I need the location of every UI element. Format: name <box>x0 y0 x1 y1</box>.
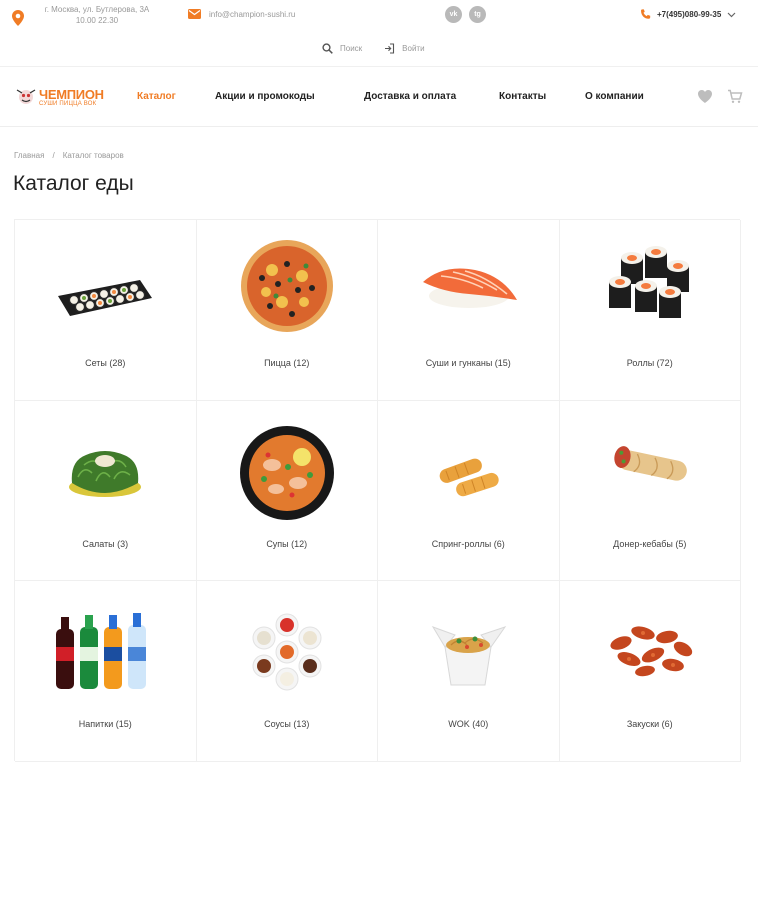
category-label: Донер-кебабы (5) <box>613 538 687 549</box>
category-label: Закуски (6) <box>626 719 673 730</box>
category-card[interactable]: Сеты (28) <box>15 220 197 401</box>
cart-icon[interactable] <box>727 89 743 104</box>
category-card[interactable]: Закуски (6) <box>559 581 741 763</box>
address-street: г. Москва, ул. Бутлерова, 3А <box>44 5 150 14</box>
search-label: Поиск <box>340 44 363 53</box>
working-hours: 10.00 22.30 <box>75 16 119 25</box>
phone-dropdown[interactable]: +7(495)080-99-35 <box>640 9 736 20</box>
nav-catalog[interactable]: Каталог <box>137 91 176 102</box>
nav-contacts[interactable]: Контакты <box>499 91 546 102</box>
mail-icon <box>188 9 201 19</box>
login-label: Войти <box>402 44 425 53</box>
utility-links: Поиск Войти <box>322 43 425 54</box>
category-label: Салаты (3) <box>82 538 129 549</box>
social-links: vk tg <box>445 6 486 23</box>
address-block: г. Москва, ул. Бутлерова, 3А 10.00 22.30 <box>12 4 162 26</box>
sushi-set-image <box>58 280 153 316</box>
divider <box>0 66 758 67</box>
drinks-image <box>56 613 147 690</box>
category-card[interactable]: Пицца (12) <box>196 220 378 401</box>
category-card[interactable]: Соусы (13) <box>196 581 378 763</box>
category-card[interactable]: Салаты (3) <box>15 400 197 582</box>
login-link[interactable]: Войти <box>384 43 425 54</box>
category-card[interactable]: Донер-кебабы (5) <box>559 400 741 582</box>
category-label: Сеты (28) <box>85 358 126 368</box>
category-label: Суши и гунканы (15) <box>425 358 511 368</box>
email-text: info@champion-sushi.ru <box>209 9 296 19</box>
top-info-bar: г. Москва, ул. Бутлерова, 3А 10.00 22.30… <box>0 0 758 32</box>
category-card[interactable]: WOK (40) <box>378 581 560 763</box>
telegram-icon[interactable]: tg <box>469 6 486 23</box>
header-icons <box>697 89 743 104</box>
catalog-grid: Сеты (28) Пицца (12) Суши и гунканы (15) <box>14 219 741 763</box>
page-title: Каталог еды <box>13 172 134 195</box>
phone-number: +7(495)080-99-35 <box>657 10 722 19</box>
salad-image <box>69 450 142 497</box>
breadcrumb-home[interactable]: Главная <box>14 151 44 160</box>
category-card[interactable]: Спринг-роллы (6) <box>378 400 560 582</box>
pizza-image <box>240 240 333 332</box>
category-card[interactable]: Супы (12) <box>196 400 378 582</box>
location-pin-icon <box>12 10 24 26</box>
doner-image <box>614 445 687 481</box>
email-link[interactable]: info@champion-sushi.ru <box>188 9 295 19</box>
logo[interactable]: ЧЕМПИОН СУШИ ПИЦЦА ВОК <box>15 84 111 110</box>
breadcrumb: Главная / Каталог товаров <box>14 151 124 160</box>
category-label: Напитки (15) <box>78 719 132 730</box>
search-icon <box>322 43 333 54</box>
logo-mascot-icon <box>16 89 36 104</box>
search-link[interactable]: Поиск <box>322 43 362 54</box>
logo-name: ЧЕМПИОН <box>39 86 104 102</box>
nav-promotions[interactable]: Акции и промокоды <box>215 91 315 102</box>
wings-image <box>610 626 692 677</box>
nigiri-image <box>423 268 518 308</box>
spring-rolls-image <box>439 458 499 496</box>
breadcrumb-current: Каталог товаров <box>62 151 124 160</box>
phone-icon <box>641 9 651 19</box>
category-label: Спринг-роллы (6) <box>431 538 505 549</box>
category-card[interactable]: Напитки (15) <box>15 581 197 763</box>
category-card[interactable]: Роллы (72) <box>559 220 741 401</box>
vk-icon[interactable]: vk <box>445 6 462 23</box>
category-label: WOK (40) <box>448 719 489 730</box>
wok-image <box>432 626 507 686</box>
chevron-down-icon <box>727 12 736 17</box>
category-label: Супы (12) <box>266 538 308 549</box>
login-icon <box>385 43 395 54</box>
logo-tagline: СУШИ ПИЦЦА ВОК <box>39 100 97 107</box>
category-label: Пицца (12) <box>264 358 310 368</box>
category-card[interactable]: Суши и гунканы (15) <box>378 220 560 401</box>
logo-text: ЧЕМПИОН СУШИ ПИЦЦА ВОК <box>39 88 104 107</box>
category-label: Роллы (72) <box>626 358 673 368</box>
address-text: г. Москва, ул. Бутлерова, 3А 10.00 22.30 <box>32 4 162 26</box>
breadcrumb-separator: / <box>52 151 55 160</box>
category-label: Соусы (13) <box>264 719 310 730</box>
nav-delivery[interactable]: Доставка и оплата <box>364 91 456 102</box>
rolls-image <box>608 246 689 318</box>
header-divider <box>0 126 758 127</box>
soup-image <box>239 425 334 520</box>
nav-about[interactable]: О компании <box>585 91 644 102</box>
heart-icon[interactable] <box>697 89 713 104</box>
sauces-image <box>252 613 322 691</box>
